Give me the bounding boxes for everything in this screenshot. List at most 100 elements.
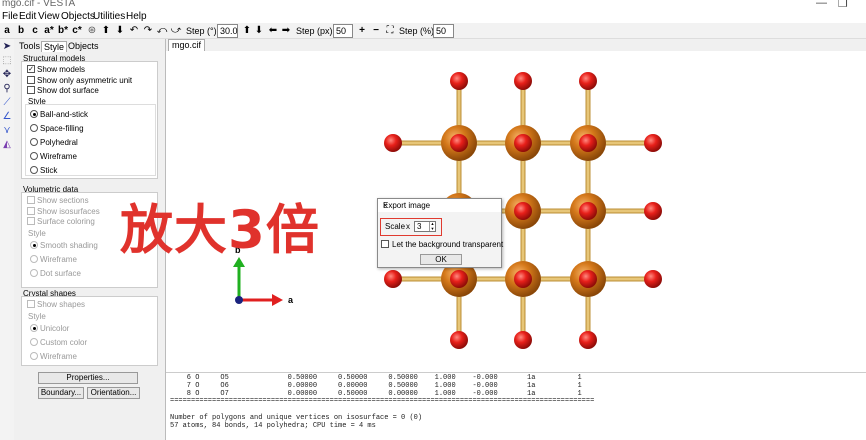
select-region-icon[interactable]: ⬚: [1, 55, 13, 67]
orientation-button[interactable]: Orientation...: [87, 387, 140, 399]
view-a-button[interactable]: a: [2, 24, 12, 38]
vol-wireframe-label: Wireframe: [40, 255, 77, 264]
view-c-button[interactable]: c: [30, 24, 40, 38]
angle-icon[interactable]: ∠: [1, 111, 13, 123]
lattice-plane-icon[interactable]: ◭: [1, 139, 13, 151]
magnifier-icon[interactable]: ⚲: [1, 83, 13, 95]
step-px-input[interactable]: 50: [333, 24, 353, 38]
step-pct-input[interactable]: 50: [433, 24, 454, 38]
ok-button[interactable]: OK: [420, 254, 462, 265]
translate-left-icon[interactable]: ⬅: [268, 24, 278, 38]
surface-coloring-checkbox[interactable]: [27, 217, 35, 225]
view-b-button[interactable]: b: [16, 24, 26, 38]
spin-arrows-icon[interactable]: ▲ ▼: [429, 221, 435, 231]
rotate-right-icon[interactable]: ↷: [142, 24, 154, 38]
minimize-icon[interactable]: —: [816, 0, 827, 9]
scale-highlight-box: Scale x 3 ▲ ▼: [380, 218, 442, 236]
console-output: 6 O O5 0.50000 0.50000 0.50000 1.000 -0.…: [166, 372, 866, 440]
volumetric-style-heading: Style: [28, 229, 46, 238]
show-dot-surface-checkbox[interactable]: [27, 86, 35, 94]
boundary-button[interactable]: Boundary...: [38, 387, 84, 399]
show-asymmetric-checkbox[interactable]: [27, 76, 35, 84]
rotate-icon[interactable]: ⊛: [86, 24, 98, 38]
tab-tools[interactable]: Tools: [17, 41, 42, 52]
menu-file[interactable]: File: [2, 11, 18, 22]
menu-view[interactable]: View: [38, 11, 60, 22]
rotate-down-icon[interactable]: ⬇: [114, 24, 126, 38]
document-tab-mgo[interactable]: mgo.cif: [168, 39, 206, 51]
axis-a-arrowhead: [272, 294, 283, 306]
view-c-star-button[interactable]: c*: [71, 24, 83, 38]
distance-icon[interactable]: ⟋: [1, 97, 13, 109]
vol-wireframe-radio[interactable]: [30, 255, 38, 263]
fit-icon[interactable]: ⛶: [384, 24, 396, 38]
show-isosurfaces-checkbox[interactable]: [27, 207, 35, 215]
tab-objects[interactable]: Objects: [66, 41, 101, 52]
console-separator: ========================================…: [170, 397, 595, 405]
custom-color-radio[interactable]: [30, 338, 38, 346]
export-image-dialog: Export image × Scale x 3 ▲ ▼ Let the back…: [377, 198, 503, 268]
select-cursor-icon[interactable]: ➤: [1, 41, 13, 53]
ball-and-stick-label: Ball-and-stick: [40, 110, 89, 119]
show-sections-label: Show sections: [37, 196, 89, 205]
translate-up-icon[interactable]: ⬆: [242, 24, 252, 38]
transparent-bg-checkbox[interactable]: [381, 240, 389, 248]
console-line: 6 O O5 0.50000 0.50000 0.50000 1.000 -0.…: [170, 374, 582, 382]
polyhedral-label: Polyhedral: [40, 138, 78, 147]
axis-a-label: a: [288, 295, 294, 305]
o-atom: [514, 134, 532, 152]
o-atom: [644, 134, 662, 152]
o-atom: [579, 331, 597, 349]
smooth-shading-radio[interactable]: [30, 241, 38, 249]
wireframe-radio[interactable]: [30, 152, 38, 160]
title-bar: mgo.cif - VESTA — ❐: [0, 0, 866, 11]
o-atom: [579, 270, 597, 288]
polyhedral-radio[interactable]: [30, 138, 38, 146]
console-line: Number of polygons and unique vertices o…: [170, 414, 423, 422]
rotate-cw-icon[interactable]: ⤻: [170, 24, 182, 38]
step-pct-label: Step (%):: [399, 26, 437, 36]
stick-radio[interactable]: [30, 166, 38, 174]
space-filling-label: Space-filling: [40, 124, 84, 133]
translate-down-icon[interactable]: ⬇: [254, 24, 264, 38]
show-sections-checkbox[interactable]: [27, 196, 35, 204]
restore-icon[interactable]: ❐: [838, 0, 848, 10]
show-shapes-checkbox[interactable]: [27, 300, 35, 308]
view-b-star-button[interactable]: b*: [57, 24, 69, 38]
menu-objects[interactable]: Objects: [61, 11, 95, 22]
console-line: 57 atoms, 84 bonds, 14 polyhedra; CPU ti…: [170, 422, 376, 430]
ball-and-stick-radio[interactable]: [30, 110, 38, 118]
unicolor-label: Unicolor: [40, 324, 70, 333]
step-deg-label: Step (°):: [186, 26, 220, 36]
menu-help[interactable]: Help: [126, 11, 147, 22]
rotate-ccw-icon[interactable]: ⤺: [156, 24, 168, 38]
dot-surface-radio[interactable]: [30, 269, 38, 277]
dihedral-icon[interactable]: ⋎: [1, 125, 13, 137]
menu-utilities[interactable]: Utilities: [93, 11, 125, 22]
view-a-star-button[interactable]: a*: [43, 24, 55, 38]
show-dot-surface-label: Show dot surface: [37, 86, 99, 95]
crystal-wireframe-label: Wireframe: [40, 352, 77, 361]
step-px-label: Step (px):: [296, 26, 336, 36]
properties-button[interactable]: Properties...: [38, 372, 138, 384]
zoom-in-icon[interactable]: +: [356, 24, 368, 38]
translate-icon[interactable]: ✥: [1, 69, 13, 81]
translate-right-icon[interactable]: ➡: [281, 24, 291, 38]
rotate-left-icon[interactable]: ↶: [128, 24, 140, 38]
o-atom: [514, 202, 532, 220]
close-icon[interactable]: ×: [383, 201, 497, 210]
step-deg-input[interactable]: 30.0: [217, 24, 238, 38]
tab-style[interactable]: Style: [41, 41, 68, 52]
rotate-up-icon[interactable]: ⬆: [100, 24, 112, 38]
wireframe-label: Wireframe: [40, 152, 77, 161]
space-filling-radio[interactable]: [30, 124, 38, 132]
crystal-wireframe-radio[interactable]: [30, 352, 38, 360]
toolbar: a b c a* b* c* ⊛ ⬆ ⬇ ↶ ↷ ⤺ ⤻ Step (°): 3…: [0, 23, 866, 39]
show-models-checkbox[interactable]: ✓: [27, 65, 35, 73]
unicolor-radio[interactable]: [30, 324, 38, 332]
menu-edit[interactable]: Edit: [19, 11, 36, 22]
zoom-out-icon[interactable]: −: [370, 24, 382, 38]
o-atom: [514, 270, 532, 288]
scale-spinbox[interactable]: 3 ▲ ▼: [414, 221, 436, 232]
o-atom: [514, 331, 532, 349]
